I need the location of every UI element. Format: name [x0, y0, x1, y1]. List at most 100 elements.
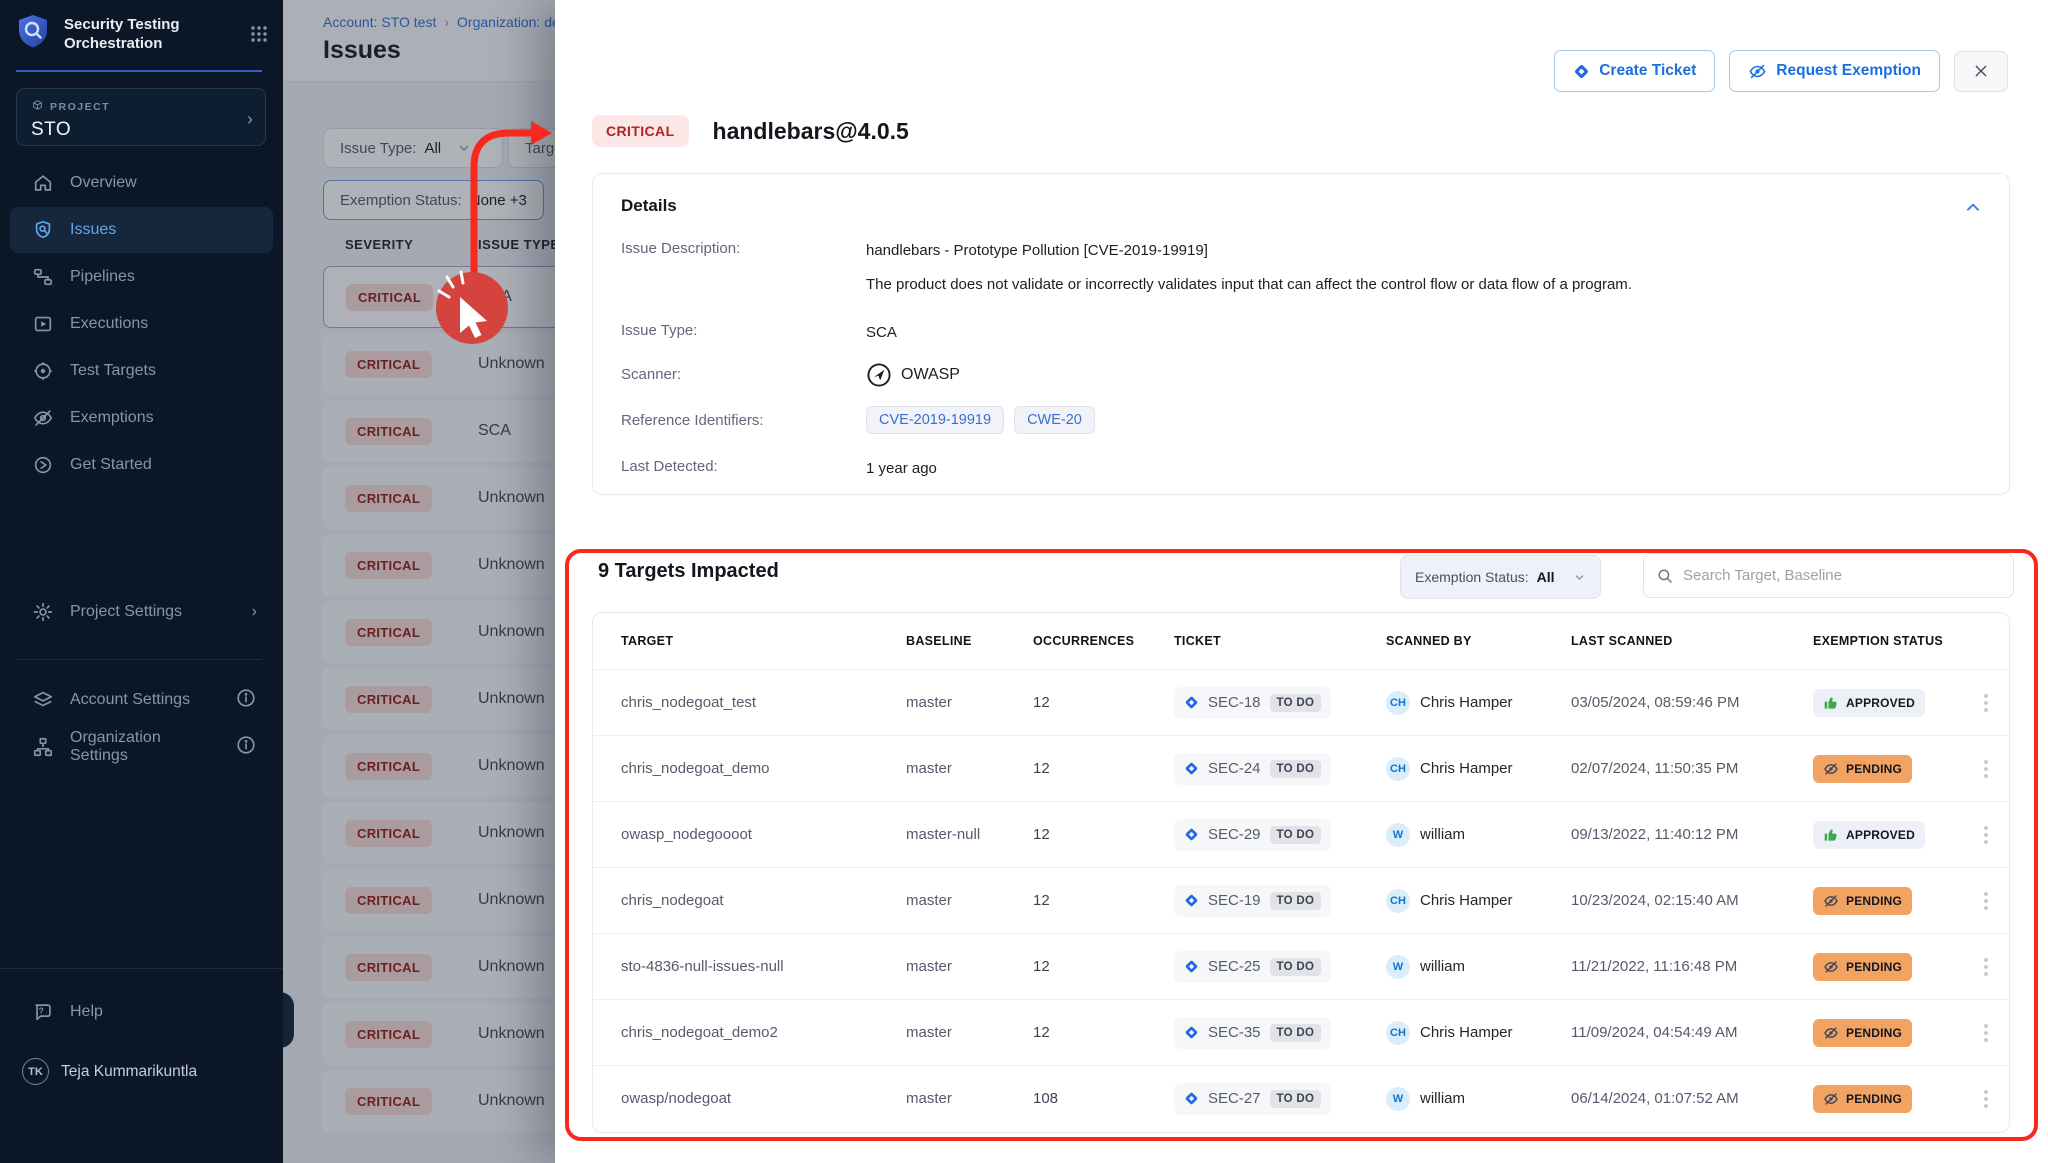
occurrences-cell: 12: [1033, 694, 1174, 711]
sidebar-item-executions[interactable]: Executions: [10, 301, 273, 347]
sidebar-item-pipelines[interactable]: Pipelines: [10, 254, 273, 300]
sidebar-item-account-settings[interactable]: Account Settings: [10, 677, 273, 723]
ticket-link[interactable]: SEC-29 TO DO: [1174, 819, 1331, 851]
avatar: CH: [1386, 1021, 1410, 1045]
row-menu-button[interactable]: [1976, 822, 1996, 848]
target-cell: owasp_nodegoooot: [621, 826, 906, 843]
sidebar-item-test-targets[interactable]: Test Targets: [10, 348, 273, 394]
target-cell: sto-4836-null-issues-null: [621, 958, 906, 975]
jira-diamond-icon: [1573, 63, 1590, 80]
create-ticket-button[interactable]: Create Ticket: [1554, 50, 1715, 92]
sidebar-nav: Overview Issues Pipelines Executions Tes…: [10, 160, 273, 489]
target-icon: [32, 360, 54, 382]
reference-chip[interactable]: CVE-2019-19919: [866, 406, 1004, 434]
occurrences-cell: 12: [1033, 892, 1174, 909]
avatar: W: [1386, 955, 1410, 979]
project-label: PROJECT: [50, 101, 110, 113]
sidebar-item-organization-settings[interactable]: Organization Settings: [10, 724, 273, 770]
ticket-link[interactable]: SEC-35 TO DO: [1174, 1017, 1331, 1049]
ticket-status-badge: TO DO: [1270, 892, 1322, 910]
table-row[interactable]: chris_nodegoat_demo master 12 SEC-24 TO …: [593, 735, 2009, 801]
thumb-up-icon: [1823, 827, 1839, 843]
ticket-link[interactable]: SEC-27 TO DO: [1174, 1083, 1331, 1115]
scanned-by-cell: CH Chris Hamper: [1386, 889, 1571, 913]
col-occurrences: OCCURRENCES: [1033, 633, 1174, 649]
sidebar-item-issues[interactable]: Issues: [10, 207, 273, 253]
sidebar-item-project-settings[interactable]: Project Settings ›: [10, 589, 273, 635]
sidebar-item-get-started[interactable]: Get Started: [10, 442, 273, 488]
issue-type-label: Issue Type:: [621, 322, 866, 339]
target-cell: chris_nodegoat_test: [621, 694, 906, 711]
eye-off-icon: [1823, 893, 1839, 909]
jira-diamond-icon: [1184, 695, 1199, 710]
baseline-cell: master: [906, 694, 1033, 711]
ticket-link[interactable]: SEC-24 TO DO: [1174, 753, 1331, 785]
target-cell: chris_nodegoat_demo2: [621, 1024, 906, 1041]
occurrences-cell: 12: [1033, 826, 1174, 843]
request-exemption-button[interactable]: Request Exemption: [1729, 50, 1940, 92]
baseline-cell: master: [906, 958, 1033, 975]
baseline-cell: master: [906, 1024, 1033, 1041]
ticket-link[interactable]: SEC-25 TO DO: [1174, 951, 1331, 983]
row-menu-button[interactable]: [1976, 888, 1996, 914]
ticket-link[interactable]: SEC-19 TO DO: [1174, 885, 1331, 917]
table-row[interactable]: owasp/nodegoat master 108 SEC-27 TO DO W: [593, 1065, 2009, 1131]
exemption-status-badge: PENDING: [1813, 953, 1912, 981]
col-scanned-by: SCANNED BY: [1386, 633, 1571, 649]
occurrences-cell: 12: [1033, 760, 1174, 777]
search-input[interactable]: [1683, 567, 2001, 584]
col-baseline: BASELINE: [906, 633, 1033, 649]
table-row[interactable]: chris_nodegoat master 12 SEC-19 TO DO CH: [593, 867, 2009, 933]
close-button[interactable]: [1954, 51, 2008, 92]
project-selector[interactable]: PROJECT STO ›: [16, 88, 266, 146]
reference-chips: CVE-2019-19919 CWE-20: [866, 406, 1095, 434]
last-scanned-cell: 03/05/2024, 08:59:46 PM: [1571, 694, 1813, 711]
baseline-cell: master: [906, 892, 1033, 909]
ticket-status-badge: TO DO: [1270, 1024, 1322, 1042]
collapse-section-button[interactable]: [1963, 198, 1983, 223]
jira-diamond-icon: [1184, 893, 1199, 908]
divider: [16, 659, 262, 660]
row-menu-button[interactable]: [1976, 1020, 1996, 1046]
avatar: W: [1386, 1087, 1410, 1111]
table-row[interactable]: sto-4836-null-issues-null master 12 SEC-…: [593, 933, 2009, 999]
exemption-status-filter[interactable]: Exemption Status: All: [1400, 555, 1601, 599]
exemption-status-badge: PENDING: [1813, 887, 1912, 915]
occurrences-cell: 12: [1033, 1024, 1174, 1041]
issue-description-value: handlebars - Prototype Pollution [CVE-20…: [866, 240, 1632, 295]
search-box: [1643, 553, 2014, 598]
targets-impacted-heading: 9 Targets Impacted: [598, 560, 779, 583]
row-menu-button[interactable]: [1976, 954, 1996, 980]
ticket-status-badge: TO DO: [1270, 826, 1322, 844]
scanned-by-cell: CH Chris Hamper: [1386, 691, 1571, 715]
baseline-cell: master: [906, 1090, 1033, 1107]
user-menu[interactable]: TK Teja Kummarikuntla: [22, 1058, 197, 1085]
row-menu-button[interactable]: [1976, 1086, 1996, 1112]
table-row[interactable]: chris_nodegoat_demo2 master 12 SEC-35 TO…: [593, 999, 2009, 1065]
severity-badge: CRITICAL: [592, 115, 689, 147]
chevron-right-icon: ›: [247, 109, 253, 130]
row-menu-button[interactable]: [1976, 690, 1996, 716]
occurrences-cell: 108: [1033, 1090, 1174, 1107]
user-name: Teja Kummarikuntla: [61, 1063, 197, 1081]
reference-chip[interactable]: CWE-20: [1014, 406, 1095, 434]
sidebar-item-overview[interactable]: Overview: [10, 160, 273, 206]
eye-off-icon: [1748, 62, 1767, 81]
targets-table-body: chris_nodegoat_test master 12 SEC-18 TO …: [593, 669, 2009, 1131]
divider: [0, 968, 283, 969]
layers-icon: [32, 689, 54, 711]
eye-off-icon: [1823, 761, 1839, 777]
col-target: TARGET: [621, 633, 906, 649]
row-menu-button[interactable]: [1976, 756, 1996, 782]
table-row[interactable]: owasp_nodegoooot master-null 12 SEC-29 T…: [593, 801, 2009, 867]
apps-grid-icon[interactable]: [249, 24, 269, 44]
last-scanned-cell: 09/13/2022, 11:40:12 PM: [1571, 826, 1813, 843]
project-name: STO: [31, 119, 251, 141]
help-chat-icon: ?: [32, 1001, 54, 1023]
avatar: CH: [1386, 691, 1410, 715]
sidebar-item-exemptions[interactable]: Exemptions: [10, 395, 273, 441]
sidebar-item-help[interactable]: ? Help: [10, 989, 273, 1035]
ticket-link[interactable]: SEC-18 TO DO: [1174, 687, 1331, 719]
table-row[interactable]: chris_nodegoat_test master 12 SEC-18 TO …: [593, 669, 2009, 735]
issue-description-label: Issue Description:: [621, 240, 866, 257]
